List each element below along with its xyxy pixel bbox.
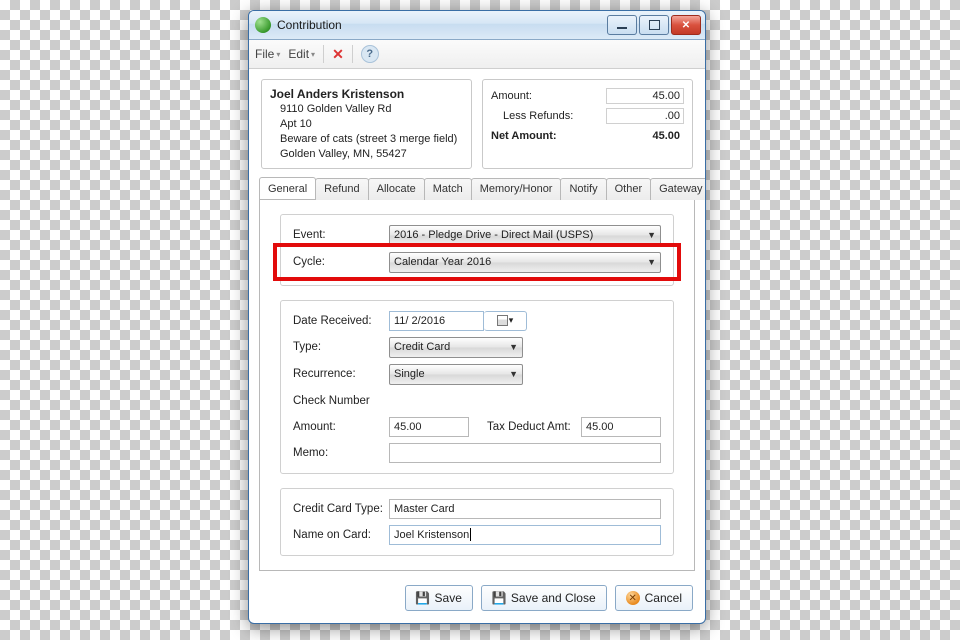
cancel-icon: ✕ bbox=[626, 591, 640, 605]
tab-match[interactable]: Match bbox=[424, 178, 472, 200]
summary-refunds-value: .00 bbox=[606, 108, 684, 124]
tax-deduct-label: Tax Deduct Amt: bbox=[487, 421, 581, 433]
details-section: Date Received: 11/ 2/2016 ▾ Type: Credit… bbox=[280, 300, 674, 474]
type-label: Type: bbox=[293, 341, 389, 353]
summary-refunds-label: Less Refunds: bbox=[491, 110, 573, 122]
event-dropdown[interactable]: 2016 - Pledge Drive - Direct Mail (USPS)… bbox=[389, 225, 661, 246]
tab-memory-honor[interactable]: Memory/Honor bbox=[471, 178, 562, 200]
minimize-button[interactable] bbox=[607, 15, 637, 35]
tab-general[interactable]: General bbox=[259, 177, 316, 199]
memo-label: Memo: bbox=[293, 447, 389, 459]
cc-type-field[interactable]: Master Card bbox=[389, 499, 661, 519]
amount-summary-panel: Amount: 45.00 Less Refunds: .00 Net Amou… bbox=[482, 79, 693, 169]
contact-line3: Beware of cats (street 3 merge field) bbox=[280, 132, 463, 147]
save-and-close-button[interactable]: 💾 Save and Close bbox=[481, 585, 607, 611]
cycle-label: Cycle: bbox=[293, 256, 389, 268]
footer: 💾 Save 💾 Save and Close ✕ Cancel bbox=[249, 575, 705, 623]
tax-deduct-field[interactable]: 45.00 bbox=[581, 417, 661, 437]
amount-field[interactable]: 45.00 bbox=[389, 417, 469, 437]
help-icon[interactable]: ? bbox=[361, 45, 379, 63]
summary-net-label: Net Amount: bbox=[491, 130, 557, 142]
save-icon: 💾 bbox=[416, 591, 430, 605]
date-received-picker[interactable]: 11/ 2/2016 ▾ bbox=[389, 311, 527, 331]
toolbar-separator bbox=[323, 45, 324, 63]
save-button[interactable]: 💾 Save bbox=[405, 585, 473, 611]
amount-label: Amount: bbox=[293, 421, 389, 433]
check-number-label: Check Number bbox=[293, 395, 370, 407]
date-received-label: Date Received: bbox=[293, 315, 389, 327]
close-button[interactable] bbox=[671, 15, 701, 35]
toolbar: File▾ Edit▾ ✕ ? bbox=[249, 40, 705, 69]
contact-panel: Joel Anders Kristenson 9110 Golden Valle… bbox=[261, 79, 472, 169]
type-dropdown[interactable]: Credit Card▼ bbox=[389, 337, 523, 358]
summary-amount-label: Amount: bbox=[491, 90, 532, 102]
tab-refund[interactable]: Refund bbox=[315, 178, 368, 200]
titlebar: Contribution bbox=[249, 11, 705, 40]
contact-name: Joel Anders Kristenson bbox=[270, 86, 463, 102]
tab-strip: General Refund Allocate Match Memory/Hon… bbox=[259, 177, 695, 200]
tab-gateway[interactable]: Gateway bbox=[650, 178, 706, 200]
recurrence-label: Recurrence: bbox=[293, 368, 389, 380]
memo-field[interactable] bbox=[389, 443, 661, 463]
contribution-window: Contribution File▾ Edit▾ ✕ ? Joel Anders… bbox=[248, 10, 706, 624]
toolbar-separator bbox=[352, 45, 353, 63]
cc-type-label: Credit Card Type: bbox=[293, 503, 389, 515]
delete-icon[interactable]: ✕ bbox=[332, 46, 344, 63]
calendar-icon bbox=[497, 315, 508, 326]
tab-general-body: Event: 2016 - Pledge Drive - Direct Mail… bbox=[259, 200, 695, 571]
event-label: Event: bbox=[293, 229, 389, 241]
tab-other[interactable]: Other bbox=[606, 178, 652, 200]
cancel-button[interactable]: ✕ Cancel bbox=[615, 585, 693, 611]
event-cycle-section: Event: 2016 - Pledge Drive - Direct Mail… bbox=[280, 214, 674, 286]
tab-notify[interactable]: Notify bbox=[560, 178, 606, 200]
tab-allocate[interactable]: Allocate bbox=[368, 178, 425, 200]
file-menu[interactable]: File▾ bbox=[255, 47, 280, 61]
contact-line4: Golden Valley, MN, 55427 bbox=[280, 147, 463, 162]
name-on-card-label: Name on Card: bbox=[293, 529, 389, 541]
maximize-button[interactable] bbox=[639, 15, 669, 35]
edit-menu[interactable]: Edit▾ bbox=[288, 47, 315, 61]
window-title: Contribution bbox=[277, 18, 607, 32]
app-icon bbox=[255, 17, 271, 33]
card-section: Credit Card Type: Master Card Name on Ca… bbox=[280, 488, 674, 556]
contact-line2: Apt 10 bbox=[280, 117, 463, 132]
recurrence-dropdown[interactable]: Single▼ bbox=[389, 364, 523, 385]
summary-net-value: 45.00 bbox=[606, 128, 684, 144]
name-on-card-field[interactable]: Joel Kristenson bbox=[389, 525, 661, 545]
contact-line1: 9110 Golden Valley Rd bbox=[280, 102, 463, 117]
save-close-icon: 💾 bbox=[492, 591, 506, 605]
cycle-dropdown[interactable]: Calendar Year 2016▼ bbox=[389, 252, 661, 273]
summary-amount-value: 45.00 bbox=[606, 88, 684, 104]
